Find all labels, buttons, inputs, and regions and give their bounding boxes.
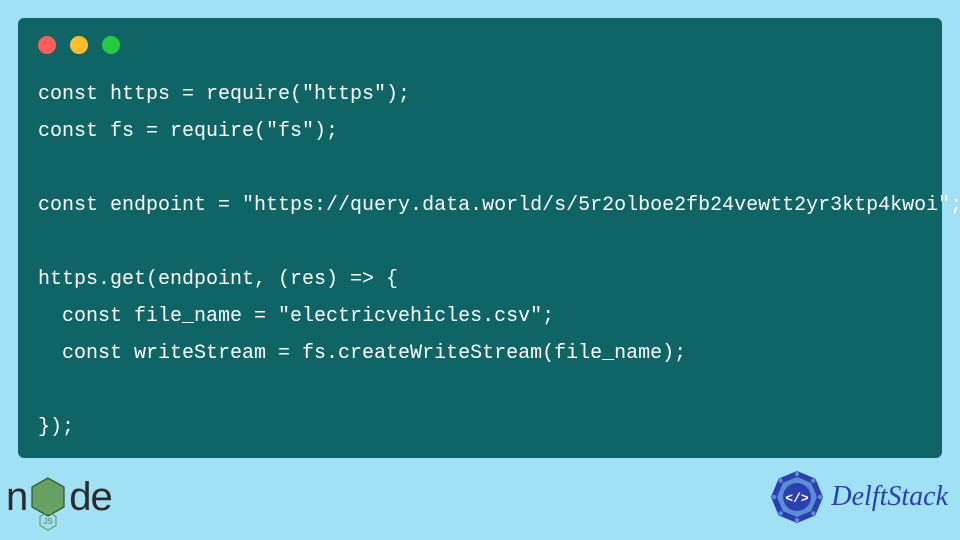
code-line: https.get(endpoint, (res) => { [38, 268, 398, 291]
footer: n JS de </> [0, 460, 960, 540]
code-line: const fs = require("fs"); [38, 120, 338, 143]
window-traffic-lights [38, 36, 922, 54]
delftstack-badge-icon: </> [769, 469, 825, 525]
nodejs-hexagon-icon: JS [30, 476, 66, 518]
nodejs-js-badge-icon: JS [39, 511, 57, 536]
minimize-icon [70, 36, 88, 54]
node-text-left: n [6, 475, 27, 520]
code-block: const https = require("https"); const fs… [38, 76, 922, 446]
code-line: const writeStream = fs.createWriteStream… [38, 342, 686, 365]
close-icon [38, 36, 56, 54]
code-line: const endpoint = "https://query.data.wor… [38, 194, 960, 217]
svg-text:JS: JS [43, 517, 53, 526]
code-line: const https = require("https"); [38, 83, 410, 106]
code-line: }); [38, 416, 74, 439]
code-window: const https = require("https"); const fs… [18, 18, 942, 458]
delftstack-text: DelftStack [831, 481, 948, 513]
nodejs-logo: n JS de [6, 475, 112, 520]
code-line: const file_name = "electricvehicles.csv"… [38, 305, 554, 328]
maximize-icon [102, 36, 120, 54]
node-text-right: de [69, 475, 112, 520]
delftstack-logo: </> DelftStack [769, 469, 948, 525]
svg-text:</>: </> [786, 491, 810, 506]
